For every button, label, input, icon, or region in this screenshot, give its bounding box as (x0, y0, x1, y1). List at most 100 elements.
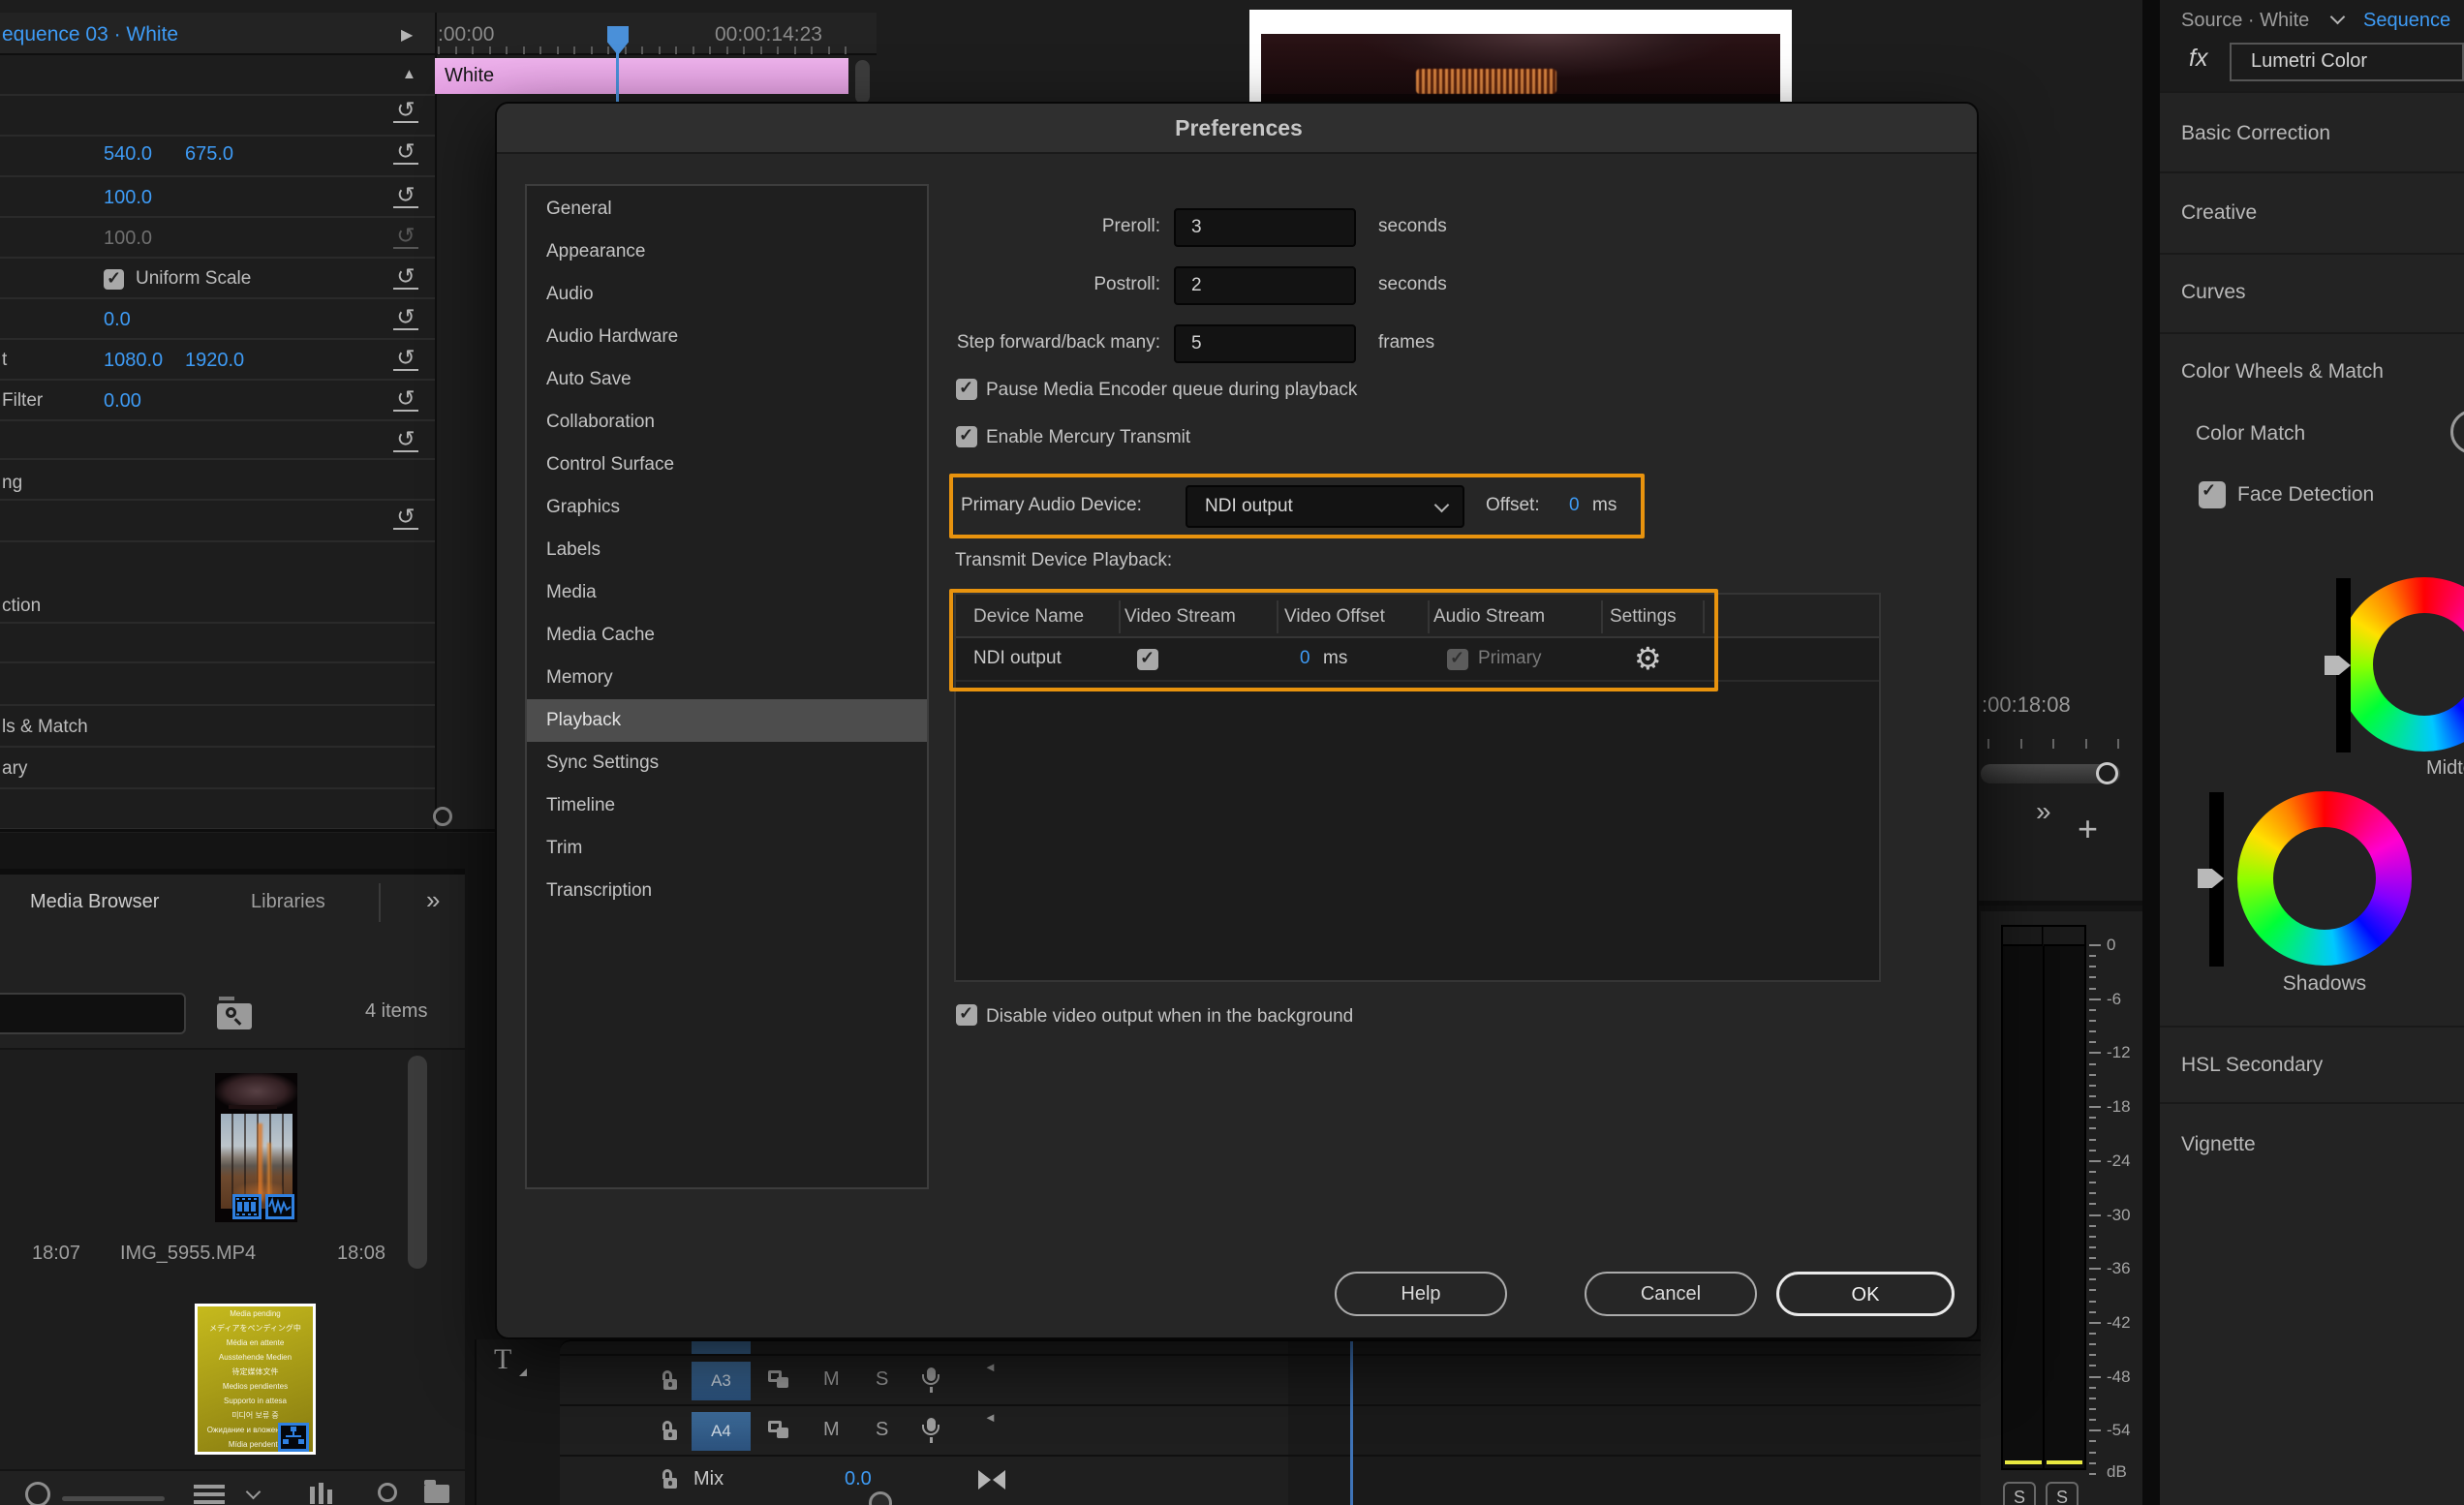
sidebar-item-memory[interactable]: Memory (527, 657, 927, 699)
property-value[interactable]: 100.0 (104, 187, 152, 209)
reset-parameter-icon[interactable]: ↺ (393, 139, 418, 165)
section-header-hsl-secondary[interactable]: HSL Secondary (2181, 1054, 2323, 1077)
folder-icon[interactable] (424, 1485, 449, 1503)
track-sync-icon[interactable] (768, 1421, 791, 1441)
sidebar-item-collaboration[interactable]: Collaboration (527, 401, 927, 444)
track-a2-sliver[interactable] (692, 1341, 751, 1354)
search-icon[interactable] (378, 1483, 397, 1502)
section-header-vignette[interactable]: Vignette (2181, 1133, 2256, 1156)
track-lock-icon[interactable] (662, 1370, 678, 1391)
track-label-a4[interactable]: A4 (692, 1412, 751, 1451)
mute-button[interactable]: M (823, 1419, 840, 1441)
scrubber-handle[interactable] (2096, 762, 2118, 784)
reset-parameter-icon[interactable]: ↺ (393, 505, 418, 530)
track-lock-icon[interactable] (662, 1421, 678, 1441)
mix-lock-icon[interactable] (662, 1469, 678, 1490)
tab-sequence[interactable]: Sequence (2363, 10, 2450, 32)
comparison-view-button[interactable] (2450, 410, 2464, 454)
midtones-wheel[interactable] (2337, 577, 2464, 752)
track-sync-icon[interactable] (768, 1370, 791, 1391)
property-value[interactable]: 540.0 (104, 143, 152, 166)
list-view-icon[interactable] (194, 1483, 225, 1505)
type-tool-icon[interactable]: T (494, 1343, 511, 1376)
mix-value[interactable]: 0.0 (845, 1468, 872, 1490)
search-input[interactable] (0, 993, 186, 1034)
disable-video-checkbox[interactable] (956, 1004, 977, 1026)
sidebar-item-media[interactable]: Media (527, 571, 927, 614)
sidebar-item-transcription[interactable]: Transcription (527, 870, 927, 912)
track-label-a3[interactable]: A3 (692, 1362, 751, 1400)
preference-checkbox[interactable] (956, 426, 977, 447)
mini-scrollbar[interactable] (855, 60, 870, 104)
sidebar-item-auto-save[interactable]: Auto Save (527, 358, 927, 401)
voiceover-record-icon[interactable] (920, 1418, 941, 1444)
meter-tick (2089, 955, 2096, 957)
reset-parameter-icon[interactable]: ↺ (393, 386, 418, 412)
property-value[interactable]: 675.0 (185, 143, 233, 166)
effect-name-box[interactable]: Lumetri Color (2230, 43, 2464, 81)
reset-parameter-icon[interactable]: ↺ (393, 224, 418, 249)
folder-search-icon[interactable] (217, 1003, 252, 1029)
voiceover-record-icon[interactable] (920, 1367, 941, 1394)
sidebar-item-media-cache[interactable]: Media Cache (527, 614, 927, 657)
offset-value[interactable]: 0 (1569, 495, 1580, 516)
chevron-down-icon[interactable] (246, 1485, 262, 1500)
section-header-curves[interactable]: Curves (2181, 281, 2246, 304)
solo-button[interactable]: S (876, 1419, 888, 1441)
dialog-header[interactable]: Preferences (497, 104, 1979, 154)
primary-audio-dropdown[interactable]: NDI output (1186, 485, 1464, 528)
mix-fader-icon[interactable] (978, 1470, 1005, 1490)
field-input-preroll-[interactable]: 3 (1174, 208, 1356, 247)
preference-checkbox[interactable] (956, 379, 977, 400)
sidebar-item-labels[interactable]: Labels (527, 529, 927, 571)
sidebar-item-control-surface[interactable]: Control Surface (527, 444, 927, 486)
sidebar-item-timeline[interactable]: Timeline (527, 784, 927, 827)
face-detection-checkbox[interactable] (2199, 481, 2226, 508)
add-track-icon[interactable]: + (2078, 809, 2098, 849)
property-value[interactable]: 0.0 (104, 309, 131, 331)
panel-expand-icon[interactable]: » (426, 885, 440, 915)
section-header-creative[interactable]: Creative (2181, 201, 2257, 225)
property-value[interactable]: 1920.0 (185, 350, 244, 372)
tab-libraries[interactable]: Libraries (251, 891, 325, 913)
zoom-out-icon[interactable] (25, 1482, 50, 1505)
reset-parameter-icon[interactable]: ↺ (393, 427, 418, 452)
sidebar-item-playback[interactable]: Playback (527, 699, 927, 742)
reset-parameter-icon[interactable]: ↺ (393, 305, 418, 330)
uniform-scale-checkbox[interactable] (104, 269, 124, 290)
clip-bar-white[interactable]: White (435, 58, 848, 94)
solo-right-button[interactable]: S (2046, 1482, 2079, 1505)
expand-panel-icon[interactable]: » (2036, 796, 2051, 827)
tab-source-white[interactable]: Source · White (2181, 10, 2309, 32)
section-header-color-wheels-match[interactable]: Color Wheels & Match (2181, 360, 2384, 384)
reset-parameter-icon[interactable]: ↺ (393, 264, 418, 290)
ok-button[interactable]: OK (1776, 1272, 1955, 1316)
tab-media-browser[interactable]: Media Browser (30, 891, 159, 913)
timeline-scroll-handle[interactable] (869, 1491, 892, 1505)
scroll-dot-icon[interactable] (433, 807, 452, 826)
meter-tick (2089, 1139, 2096, 1141)
scrollbar-thumb[interactable] (408, 1056, 427, 1269)
mute-button[interactable]: M (823, 1368, 840, 1391)
field-input-step-forward-back-many-[interactable]: 5 (1174, 324, 1356, 363)
cancel-button[interactable]: Cancel (1585, 1272, 1757, 1316)
thumbnail-view-icon[interactable] (310, 1483, 337, 1505)
help-button[interactable]: Help (1335, 1272, 1507, 1316)
zoom-slider[interactable] (62, 1496, 165, 1501)
reset-parameter-icon[interactable]: ↺ (393, 98, 418, 123)
color-match-label[interactable]: Color Match (2196, 422, 2305, 445)
property-value[interactable]: 0.00 (104, 390, 141, 413)
clip-name[interactable]: IMG_5955.MP4 (120, 1243, 256, 1265)
property-value[interactable]: 1080.0 (104, 350, 163, 372)
sidebar-item-trim[interactable]: Trim (527, 827, 927, 870)
sidebar-item-graphics[interactable]: Graphics (527, 486, 927, 529)
section-header-basic-correction[interactable]: Basic Correction (2181, 122, 2330, 145)
solo-button[interactable]: S (876, 1368, 888, 1391)
field-input-postroll-[interactable]: 2 (1174, 266, 1356, 305)
sidebar-item-sync-settings[interactable]: Sync Settings (527, 742, 927, 784)
reset-parameter-icon[interactable]: ↺ (393, 346, 418, 371)
shadows-wheel[interactable] (2237, 791, 2412, 966)
timeline-playhead[interactable] (1350, 1341, 1353, 1505)
solo-left-button[interactable]: S (2003, 1482, 2036, 1505)
reset-parameter-icon[interactable]: ↺ (393, 183, 418, 208)
